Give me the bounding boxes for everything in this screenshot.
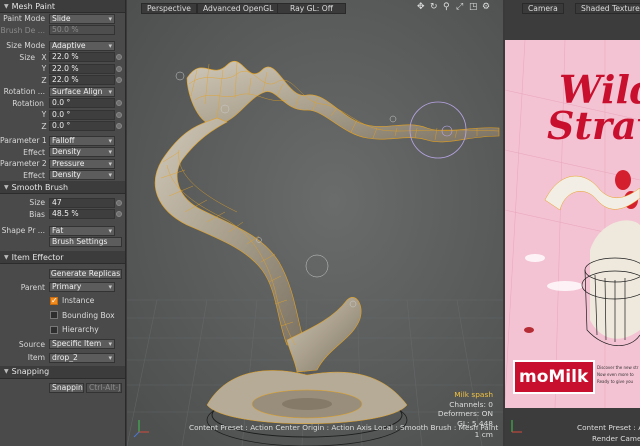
ad-copy-line-3: Ready to give you [597,379,634,384]
brush-settings-button[interactable]: Brush Settings [49,237,122,248]
axis-x-label: X [41,52,47,62]
fit-icon[interactable]: ◳ [469,2,478,12]
rotation-x-field[interactable]: 0.0 ° [49,98,115,109]
size-mode-dropdown[interactable]: Adaptive [49,40,115,51]
parameter-2-dropdown[interactable]: Pressure [49,158,115,169]
smooth-size-label: Size [29,198,45,208]
effect-2-dropdown[interactable]: Density [49,170,115,181]
bounding-box-checkbox[interactable] [50,311,58,320]
axis-z-label: Z [41,121,47,131]
collapse-triangle-icon[interactable]: ▼ [4,365,9,378]
size-x-field[interactable]: 22.0 % [49,52,115,63]
size-label: Size [19,52,35,62]
channels-count: Channels: 0 [449,399,493,409]
ad-copy-line-1: Discover the new str [597,365,639,370]
viewport-canvas[interactable] [127,0,503,446]
hierarchy-label: Hierarchy [62,325,99,335]
smooth-size-field[interactable]: 47 [49,197,115,208]
paint-mode-label: Paint Mode [3,14,45,24]
rotation-x-link-icon[interactable] [116,100,122,107]
paint-mode-dropdown[interactable]: Slide [49,13,115,24]
bias-label: Bias [29,209,45,219]
view-perspective-dropdown[interactable]: Perspective [141,3,197,14]
render-viewport[interactable]: Discover the new str Now even more to Re… [505,0,640,446]
item-dropdown[interactable]: drop_2 [49,352,115,363]
ad-copy-line-2: Now even more to [597,372,634,377]
size-z-link-icon[interactable] [116,77,122,84]
camera-dropdown[interactable]: Camera [522,3,564,14]
effect-2-label: Effect [23,170,45,180]
parameter-1-dropdown[interactable]: Falloff [49,135,115,146]
rotation-label: Rotation [12,98,44,108]
instance-checkbox[interactable] [50,296,58,305]
viewport-status-line: Content Preset : Action Center Origin : … [189,423,499,432]
tool-properties-panel: ▼Mesh Paint Paint ModeSlide Brush De ...… [0,0,126,446]
parameter-1-label: Parameter 1 [0,136,47,146]
section-title: Smooth Brush [11,182,69,192]
instance-label: Instance [62,296,95,306]
effect-1-dropdown[interactable]: Density [49,147,115,158]
axis-y-label: Y [41,64,47,74]
deformers-status: Deformers: ON [437,409,493,418]
search-icon[interactable]: ⚲ [443,2,450,12]
scene-info-overlay: Milk spash Channels: 0 Deformers: ON GL:… [438,390,493,440]
smooth-size-link-icon[interactable] [116,199,122,206]
rotation-z-link-icon[interactable] [116,123,122,130]
hierarchy-checkbox[interactable] [50,325,58,334]
item-label: Item [27,353,45,363]
size-y-field[interactable]: 22.0 % [49,63,115,74]
shape-preset-dropdown[interactable]: Fat [49,225,115,236]
render-shading-dropdown[interactable]: Shaded Texture [575,3,640,14]
section-title: Mesh Paint [11,1,56,11]
ad-headline-2: Straw [547,103,640,148]
bias-field[interactable]: 48.5 % [49,209,115,220]
rotate-icon[interactable]: ↻ [430,2,438,12]
gear-icon[interactable]: ⚙ [482,2,490,12]
parent-dropdown[interactable]: Primary [49,282,115,293]
shape-preset-label: Shape Pr ... [1,226,45,236]
size-mode-label: Size Mode [6,41,45,51]
section-item-effector[interactable]: ▼ Item Effector [0,251,125,264]
bias-link-icon[interactable] [116,211,122,218]
rotation-y-link-icon[interactable] [116,111,122,118]
render-camera-label: Render Camera [592,434,640,443]
ray-gl-toggle[interactable]: Ray GL: Off [277,3,346,14]
rotation-z-field[interactable]: 0.0 ° [49,121,115,132]
shading-mode-dropdown[interactable]: Advanced OpenGL [197,3,280,14]
size-x-link-icon[interactable] [116,54,122,61]
effect-1-label: Effect [23,147,45,157]
collapse-triangle-icon[interactable]: ▼ [4,251,9,264]
rotation-mode-dropdown[interactable]: Surface Align [49,86,115,97]
section-mesh-paint[interactable]: ▼ Mesh Paint [0,0,125,13]
collapse-triangle-icon[interactable]: ▼ [4,181,9,194]
item-name: Milk spash [454,390,493,399]
source-label: Source [18,339,45,349]
brand-logo: moMilk [519,367,589,387]
parent-label: Parent [20,282,45,292]
render-status-line: Content Preset : Actio [577,423,640,432]
generate-replicas-button[interactable]: Generate Replicas [49,268,122,279]
move-icon[interactable]: ✥ [417,2,425,12]
size-y-link-icon[interactable] [116,65,122,72]
zoom-icon[interactable]: ⤢ [456,2,463,12]
rotation-mode-label: Rotation ... [3,87,45,97]
rotation-y-field[interactable]: 0.0 ° [49,109,115,120]
collapse-triangle-icon[interactable]: ▼ [4,0,9,13]
size-z-field[interactable]: 22.0 % [49,75,115,86]
section-title: Snapping [11,367,50,376]
section-snapping[interactable]: ▼ Snapping [0,365,125,379]
axis-z-label: Z [41,75,47,85]
snapping-shortcut: Ctrl-Alt-J [86,383,122,394]
brush-de-field[interactable]: 50.0 % [49,25,115,36]
source-dropdown[interactable]: Specific Item [49,339,115,350]
section-smooth-brush[interactable]: ▼ Smooth Brush [0,181,125,194]
section-title: Item Effector [11,252,64,262]
bounding-box-label: Bounding Box [62,310,115,320]
axis-y-label: Y [41,110,47,120]
parameter-2-label: Parameter 2 [0,159,47,169]
snapping-button[interactable]: Snapping [49,383,84,394]
brush-de-label: Brush De ... [0,25,45,35]
perspective-viewport[interactable]: Perspective Advanced OpenGL Ray GL: Off … [127,0,503,446]
